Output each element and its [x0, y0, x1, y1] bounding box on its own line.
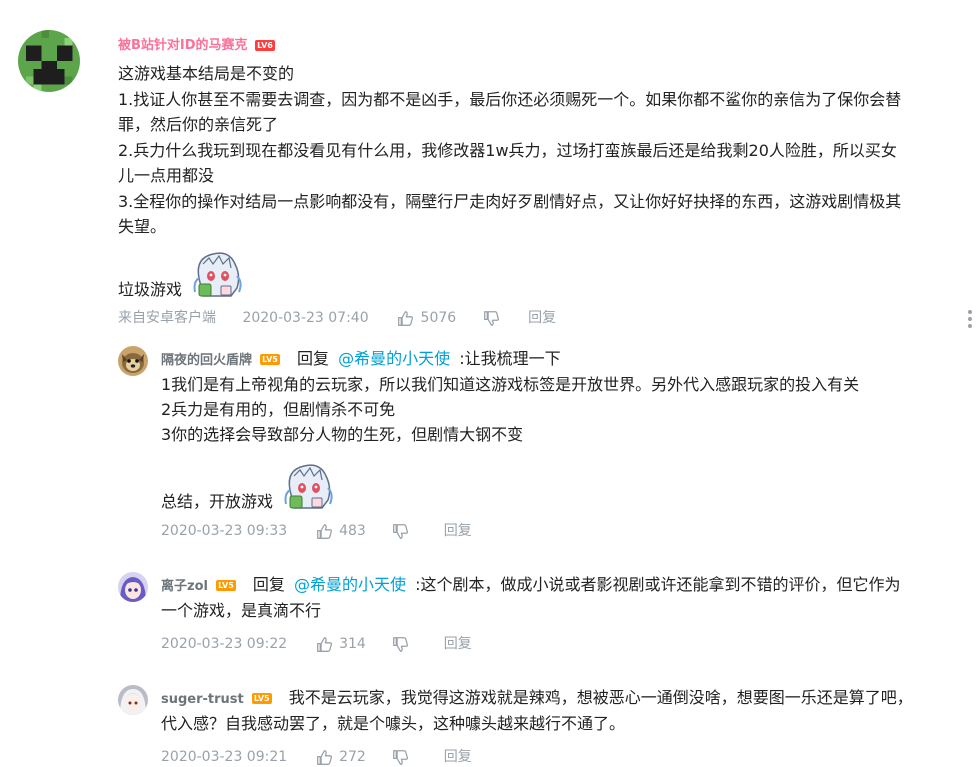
comment-meta: 来自安卓客户端 2020-03-23 07:40 5076 回复: [118, 308, 556, 328]
timestamp: 2020-03-23 09:22: [161, 636, 288, 652]
reply-username[interactable]: 隔夜的回火盾牌: [161, 353, 252, 368]
comment-line: 3.全程你的操作对结局一点影响都没有，隔壁行尸走肉好歹剧情好点，又让你好好抉择的…: [118, 191, 902, 211]
thumbs-down-icon: [393, 523, 409, 539]
avatar[interactable]: [18, 30, 80, 92]
client-source: 来自安卓客户端: [118, 310, 216, 326]
more-options-button[interactable]: [964, 308, 976, 330]
like-button[interactable]: 272: [316, 747, 366, 767]
reply-button[interactable]: 回复: [444, 747, 472, 767]
thumbs-up-icon: [316, 523, 332, 539]
comment-line: 失望。: [118, 217, 167, 236]
reply-header-line: suger-trust LV5 我不是云玩家，我觉得这游戏就是辣鸡，想被恶心一通…: [161, 685, 913, 712]
creeper-avatar-image: [18, 30, 80, 92]
thumbs-down-icon: [393, 636, 409, 652]
thumbs-up-icon: [316, 636, 332, 652]
reply-header-line: 隔夜的回火盾牌 LV5 回复 @希曼的小天使 :让我梳理一下: [161, 346, 561, 373]
reply-username[interactable]: 离子zol: [161, 579, 208, 594]
reply-text-line: :这个剧本，做成小说或者影视剧或许还能拿到不错的评价，但它作为: [415, 575, 901, 594]
mention-link[interactable]: @希曼的小天使: [294, 575, 406, 594]
reply-body: 1我们是有上帝视角的云玩家，所以我们知道这游戏标签是开放世界。另外代入感跟玩家的…: [161, 372, 859, 447]
reply-prefix: 回复: [296, 349, 329, 368]
like-count: 483: [339, 523, 366, 539]
reply-header-line: 离子zol LV5 回复 @希曼的小天使 :这个剧本，做成小说或者影视剧或许还能…: [161, 572, 901, 599]
like-count: 272: [339, 749, 366, 765]
more-options-icon: [968, 310, 972, 328]
thumbs-up-icon: [316, 749, 332, 765]
anime-girl-avatar-image: [118, 572, 148, 602]
like-button[interactable]: 5076: [397, 308, 456, 328]
reply-text-line: 2兵力是有用的，但剧情杀不可免: [161, 400, 396, 419]
level-badge: LV6: [255, 40, 275, 51]
reply-text-line: 3你的选择会导致部分人物的生死，但剧情大钢不变: [161, 425, 524, 444]
reply-text-line: 一个游戏，是真滴不行: [161, 601, 322, 620]
white-hair-avatar-image: [118, 685, 148, 715]
reply-avatar[interactable]: [118, 572, 148, 602]
dislike-button[interactable]: [392, 634, 409, 654]
closing-text: 总结，开放游戏: [161, 492, 274, 511]
timestamp: 2020-03-23 09:33: [161, 523, 288, 539]
dislike-button[interactable]: [392, 747, 409, 767]
like-count: 314: [339, 636, 366, 652]
reply-button[interactable]: 回复: [444, 634, 472, 654]
comment-line: 1.找证人你甚至不需要去调查，因为都不是凶手，最后你还必须赐死一个。如果你都不鲨…: [118, 89, 902, 109]
reply-avatar[interactable]: [118, 346, 148, 376]
comment-line: 这游戏基本结局是不变的: [118, 64, 295, 83]
reply-text-line: 1我们是有上帝视角的云玩家，所以我们知道这游戏标签是开放世界。另外代入感跟玩家的…: [161, 375, 860, 394]
dislike-button[interactable]: [483, 308, 500, 328]
timestamp: 2020-03-23 07:40: [242, 310, 369, 326]
reply-body: 一个游戏，是真滴不行: [161, 598, 321, 623]
like-button[interactable]: 314: [316, 634, 366, 654]
reply-username[interactable]: suger-trust: [161, 692, 244, 707]
dislike-button[interactable]: [392, 521, 409, 541]
level-badge: LV5: [260, 354, 280, 365]
like-button[interactable]: 483: [316, 521, 366, 541]
comment-author[interactable]: 被B站针对ID的马赛克 LV6: [118, 34, 275, 53]
reply-body: 代入感？自我感动罢了，就是个噱头，这种噱头越来越行不通了。: [161, 711, 625, 736]
reply-button[interactable]: 回复: [528, 308, 556, 328]
reply-prefix: 回复: [252, 575, 285, 594]
comment-line: 罪，然后你的亲信死了: [118, 115, 279, 134]
reply-text-line: 我不是云玩家，我觉得这游戏就是辣鸡，想被恶心一通倒没啥，想要图一乐还是算了吧，: [288, 688, 913, 707]
reply-meta: 2020-03-23 09:22 314 回复: [161, 634, 472, 654]
thumbs-up-icon: [398, 310, 414, 326]
comment-closing: 垃圾游戏: [118, 248, 243, 300]
reply-meta: 2020-03-23 09:21 272 回复: [161, 747, 472, 767]
timestamp: 2020-03-23 09:21: [161, 749, 288, 765]
reply-closing: 总结，开放游戏: [161, 460, 334, 512]
emote-sticker: [282, 460, 334, 516]
dog-avatar-image: [118, 346, 148, 376]
level-badge: LV5: [216, 580, 236, 591]
thumbs-down-icon: [393, 749, 409, 765]
emote-sticker: [191, 248, 243, 304]
closing-text: 垃圾游戏: [118, 280, 183, 299]
comment-line: 儿一点用都没: [118, 166, 215, 185]
level-badge: LV5: [251, 693, 272, 704]
reply-text-line: :让我梳理一下: [459, 349, 561, 368]
reply-button[interactable]: 回复: [444, 521, 472, 541]
comment-line: 2.兵力什么我玩到现在都没看见有什么用，我修改器1w兵力，过场打蛮族最后还是给我…: [118, 140, 897, 160]
thumbs-down-icon: [483, 310, 499, 326]
like-count: 5076: [420, 310, 457, 326]
reply-avatar[interactable]: [118, 685, 148, 715]
reply-text-line: 代入感？自我感动罢了，就是个噱头，这种噱头越来越行不通了。: [161, 714, 626, 733]
mention-link[interactable]: @希曼的小天使: [338, 349, 450, 368]
comment-body: 这游戏基本结局是不变的 1.找证人你甚至不需要去调查，因为都不是凶手，最后你还必…: [118, 61, 968, 240]
username[interactable]: 被B站针对ID的马赛克: [118, 38, 248, 53]
reply-meta: 2020-03-23 09:33 483 回复: [161, 521, 472, 541]
